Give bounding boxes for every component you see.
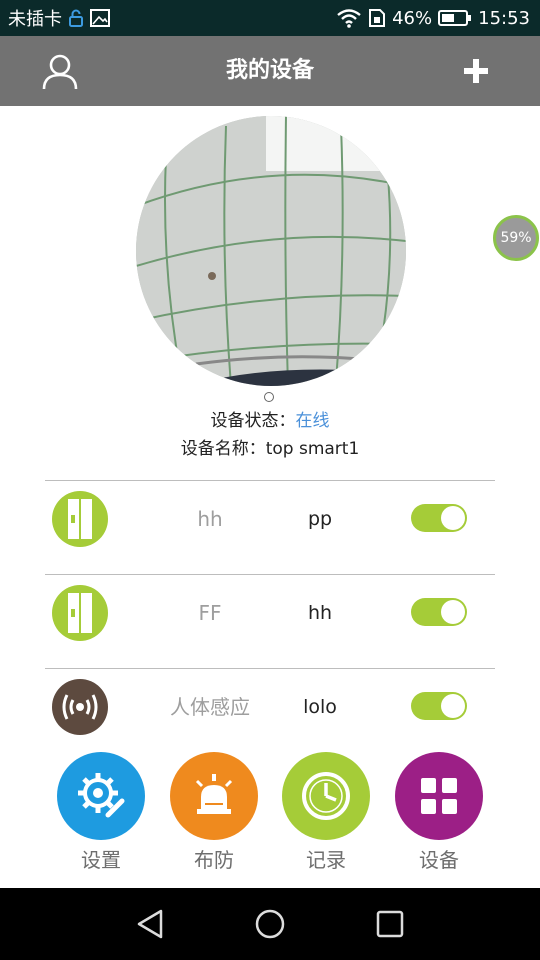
door-sensor-icon xyxy=(52,491,108,547)
device-status-label: 设备状态： xyxy=(210,411,296,431)
back-triangle-icon xyxy=(137,909,163,939)
recent-square-icon xyxy=(376,910,404,938)
add-device-button[interactable] xyxy=(456,51,496,91)
sensor-zone: hh xyxy=(307,602,333,624)
devices-grid-icon xyxy=(395,752,483,840)
sensor-row[interactable]: hh pp xyxy=(45,481,495,574)
toggle-knob xyxy=(441,600,465,624)
bottom-navigation: 设置 布防 记录 设备 xyxy=(0,740,540,888)
sensor-name: FF xyxy=(198,601,222,625)
nav-records[interactable]: 记录 xyxy=(276,752,376,873)
sensor-name: 人体感应 xyxy=(170,695,250,719)
floating-percent-badge[interactable]: 59% xyxy=(493,215,539,261)
motion-sensor-icon xyxy=(52,679,108,735)
image-icon xyxy=(90,9,110,27)
nav-label: 设置 xyxy=(81,848,121,872)
status-bar: 未插卡 46% 15:53 xyxy=(0,0,540,36)
lock-icon xyxy=(68,9,84,27)
alarm-icon xyxy=(170,752,258,840)
device-status: 设备状态：在线 xyxy=(0,406,540,431)
recent-apps-button[interactable] xyxy=(374,908,406,940)
app-header: 我的设备 xyxy=(0,36,540,106)
nav-settings[interactable]: 设置 xyxy=(51,752,151,873)
device-name-label: 设备名称： xyxy=(180,439,266,459)
sensor-toggle[interactable] xyxy=(411,692,467,720)
door-sensor-icon xyxy=(52,585,108,641)
device-status-value: 在线 xyxy=(295,411,330,431)
settings-icon xyxy=(57,752,145,840)
home-button[interactable] xyxy=(254,908,286,940)
nav-label: 设备 xyxy=(419,848,459,872)
camera-snapshot-image xyxy=(136,116,406,386)
system-navigation-bar xyxy=(0,888,540,960)
device-name-value: top smart1 xyxy=(265,439,360,459)
plus-icon xyxy=(464,59,488,83)
sensor-zone: pp xyxy=(307,508,333,530)
sensor-name: hh xyxy=(197,507,223,531)
back-button[interactable] xyxy=(135,908,167,940)
nav-devices[interactable]: 设备 xyxy=(389,752,489,873)
carrier-label: 未插卡 xyxy=(8,9,62,30)
toggle-knob xyxy=(441,694,465,718)
clock-icon xyxy=(282,752,370,840)
clock-time: 15:53 xyxy=(478,7,530,29)
sim-icon xyxy=(368,8,386,28)
sensor-list: hh pp FF hh 人体感应 lolo xyxy=(45,480,495,752)
sensor-row[interactable]: 人体感应 lolo xyxy=(45,669,495,751)
battery-percent: 46% xyxy=(392,7,433,29)
wifi-icon xyxy=(336,8,362,28)
device-name: 设备名称：top smart1 xyxy=(0,434,540,459)
sensor-toggle[interactable] xyxy=(411,504,467,532)
camera-preview[interactable] xyxy=(136,116,406,386)
nav-label: 布防 xyxy=(194,848,234,872)
sensor-toggle[interactable] xyxy=(411,598,467,626)
user-profile-button[interactable] xyxy=(40,51,80,91)
sensor-row[interactable]: FF hh xyxy=(45,575,495,668)
home-circle-icon xyxy=(255,909,285,939)
toggle-knob xyxy=(441,506,465,530)
nav-arm[interactable]: 布防 xyxy=(164,752,264,873)
pager-indicator xyxy=(264,392,274,402)
user-icon xyxy=(42,54,78,90)
battery-icon xyxy=(438,9,472,27)
sensor-zone: lolo xyxy=(303,696,337,718)
nav-label: 记录 xyxy=(306,848,346,872)
